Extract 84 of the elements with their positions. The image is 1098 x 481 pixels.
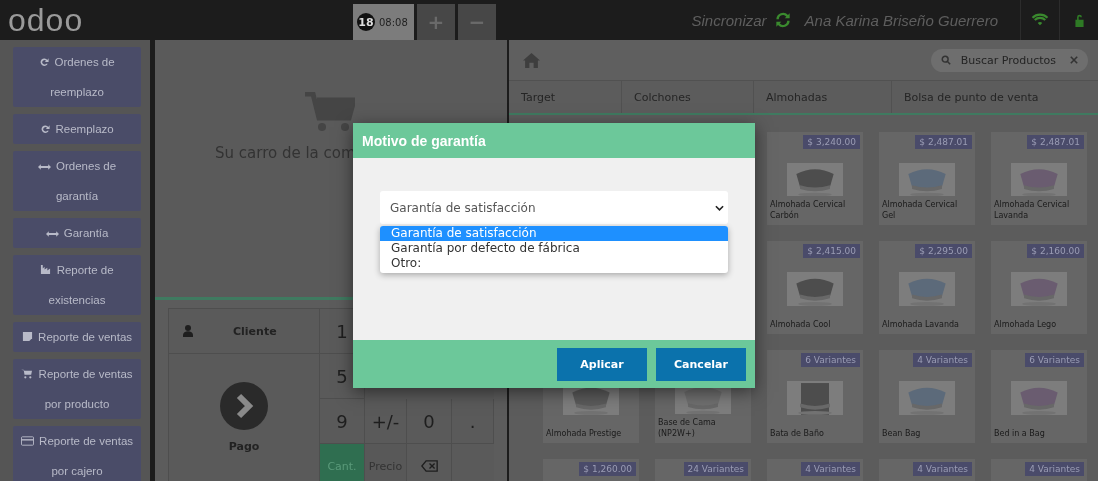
product-name: Almohada Cervical Lavanda xyxy=(993,199,1071,221)
search-icon xyxy=(940,55,951,65)
product-name: Almohada Lego xyxy=(993,318,1058,330)
sidebar-button[interactable]: Ordenes de reemplazo xyxy=(13,47,141,107)
product-name: Almohada Cervical Gel xyxy=(881,199,959,221)
cancel-button[interactable]: Cancelar xyxy=(656,347,746,381)
product-card[interactable]: $ 2,415.00 Almohada Cool xyxy=(767,241,863,334)
dropdown-option[interactable]: Garantía por defecto de fábrica xyxy=(380,241,728,256)
product-card[interactable]: $ 2,487.01 Almohada Cervical Lavanda xyxy=(991,132,1087,225)
note-icon xyxy=(21,331,33,342)
select-field[interactable]: Garantía de satisfacción xyxy=(380,191,728,224)
dropdown-option[interactable]: Garantía de satisfacción xyxy=(380,226,728,241)
apply-button[interactable]: Aplicar xyxy=(557,347,647,381)
sidebar-button[interactable]: Reemplazo xyxy=(13,114,141,144)
product-card[interactable]: 4 Variantes xyxy=(991,459,1087,481)
user-name: Ana Karina Briseño Guerrero xyxy=(804,11,999,29)
product-card[interactable]: 6 Variantes Bed in a Bag xyxy=(991,350,1087,443)
order-button[interactable]: − xyxy=(457,4,496,40)
double-arrow-icon xyxy=(45,230,59,238)
close-icon[interactable] xyxy=(1070,56,1078,64)
product-badge: $ 2,415.00 xyxy=(803,244,860,258)
chevron-down-icon xyxy=(715,204,724,211)
credit-card-icon xyxy=(20,436,34,446)
numpad-key[interactable]: 0 xyxy=(407,399,452,444)
product-badge: 4 Variantes xyxy=(801,462,860,476)
product-badge: $ 2,160.00 xyxy=(1027,244,1084,258)
product-card[interactable]: 6 Variantes Bata de Baño xyxy=(767,350,863,443)
product-card[interactable]: 4 Variantes Bean Bag xyxy=(879,350,975,443)
product-badge: $ 2,487.01 xyxy=(915,135,972,149)
dialog-title: Motivo de garantía xyxy=(362,132,486,149)
cart-icon xyxy=(21,369,34,379)
numpad-key[interactable]: . xyxy=(452,399,494,444)
product-name: Bata de Baño xyxy=(769,427,825,439)
product-card[interactable]: 4 Variantes xyxy=(879,459,975,481)
sidebar-button[interactable]: Ordenes de garantía xyxy=(13,151,141,211)
product-badge: $ 2,295.00 xyxy=(915,244,972,258)
wifi-icon[interactable] xyxy=(1031,13,1049,27)
product-card[interactable]: $ 3,240.00 Almohada Cervical Carbón xyxy=(767,132,863,225)
user-icon xyxy=(183,325,193,337)
factory-icon xyxy=(40,264,52,275)
product-badge: 4 Variantes xyxy=(913,353,972,367)
product-name: Almohada Prestige xyxy=(545,427,623,439)
product-name: Bean Bag xyxy=(881,427,922,439)
logo: odoo xyxy=(8,4,85,36)
arrow-right-icon xyxy=(220,382,268,430)
refresh-icon xyxy=(39,57,50,67)
refresh-icon xyxy=(40,124,51,134)
payment-label: Pago xyxy=(228,440,260,453)
product-badge: 24 Variantes xyxy=(683,462,748,476)
product-badge: $ 1,260.00 xyxy=(579,462,636,476)
product-card[interactable]: $ 2,487.01 Almohada Cervical Gel xyxy=(879,132,975,225)
product-card[interactable]: 4 Variantes xyxy=(767,459,863,481)
backspace-icon xyxy=(420,460,438,472)
sidebar-button[interactable]: Reporte de ventas por cajero xyxy=(13,426,141,481)
sync-label: Sincronizar xyxy=(691,11,767,29)
numpad-key[interactable]: +/- xyxy=(365,399,407,444)
order-tab[interactable]: 18 08:08 xyxy=(353,4,414,40)
product-card[interactable]: $ 2,160.00 Almohada Lego xyxy=(991,241,1087,334)
product-badge: 4 Variantes xyxy=(1025,462,1084,476)
product-badge: $ 3,240.00 xyxy=(803,135,860,149)
numpad-key[interactable]: 9 xyxy=(320,399,365,444)
sidebar-button[interactable]: Garantía xyxy=(13,218,141,248)
home-icon[interactable] xyxy=(523,52,540,68)
sidebar-button[interactable]: Reporte de ventas por producto xyxy=(13,359,141,419)
double-arrow-icon xyxy=(37,163,51,171)
product-badge: 6 Variantes xyxy=(1025,353,1084,367)
product-name: Bed in a Bag xyxy=(993,427,1046,439)
product-card[interactable]: 24 Variantes xyxy=(655,459,751,481)
product-name: Almohada Lavanda xyxy=(881,318,960,330)
product-badge: 4 Variantes xyxy=(913,462,972,476)
sidebar-button[interactable]: Reporte de ventas xyxy=(13,322,141,352)
product-name: Almohada Cool xyxy=(769,318,832,330)
cart-icon xyxy=(305,92,355,132)
product-name: Base de Cama (NP2W+) xyxy=(657,417,717,439)
dropdown-option[interactable]: Otro: xyxy=(380,256,728,271)
search-field[interactable]: Buscar Productos xyxy=(930,48,1088,72)
product-card[interactable]: $ 1,260.00 xyxy=(543,459,639,481)
product-badge: 6 Variantes xyxy=(801,353,860,367)
product-name: Almohada Cervical Carbón xyxy=(769,199,847,221)
product-card[interactable]: $ 2,295.00 Almohada Lavanda xyxy=(879,241,975,334)
product-badge: $ 2,487.01 xyxy=(1027,135,1084,149)
lock-icon[interactable] xyxy=(1072,12,1086,28)
sidebar-button[interactable]: Reporte de existencias xyxy=(13,255,141,315)
order-button[interactable]: + xyxy=(416,4,455,40)
